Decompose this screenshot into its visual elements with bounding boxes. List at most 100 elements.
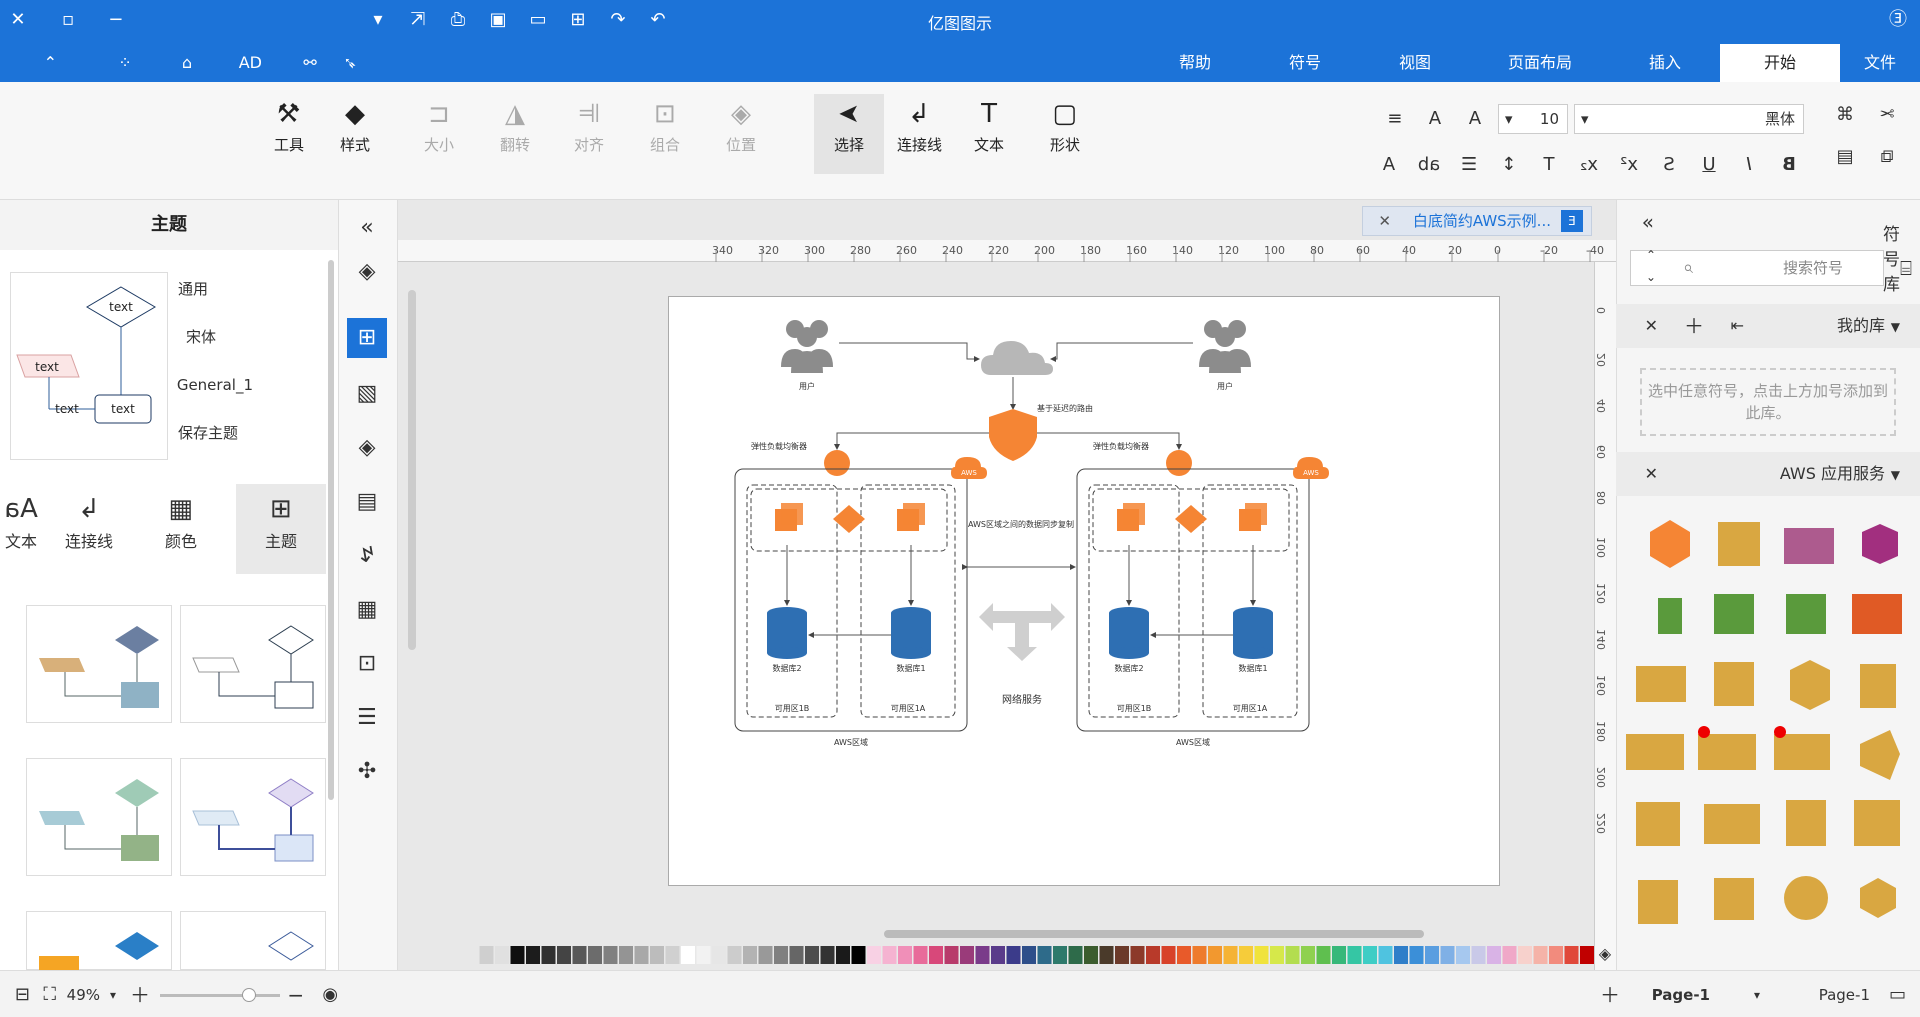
vertical-scrollbar[interactable] xyxy=(408,290,416,650)
add-page-icon[interactable]: ＋ xyxy=(1600,983,1620,1007)
line-spacing-icon[interactable]: ≡ xyxy=(1380,104,1410,134)
search-icon[interactable]: ⌕ xyxy=(1683,251,1693,285)
theme-category-color[interactable]: ▦ 颜色 xyxy=(136,484,226,574)
tab-symbols[interactable]: 符号 xyxy=(1250,44,1360,82)
redo-icon[interactable]: ↷ xyxy=(646,8,670,32)
ribbon-tools-button[interactable]: ⚒ 工具 xyxy=(254,94,324,174)
tab-collapse[interactable]: ⌃ xyxy=(10,44,90,82)
apps-icon[interactable]: ⁘ xyxy=(105,44,145,82)
image-icon[interactable]: ▨ xyxy=(347,374,387,414)
theme-icon[interactable]: ⊞ xyxy=(347,318,387,358)
timeline-icon[interactable]: ☰ xyxy=(347,698,387,738)
close-icon[interactable]: ✕ xyxy=(1645,452,1658,496)
zoom-level[interactable]: 49% xyxy=(67,983,100,1007)
theme-card[interactable] xyxy=(180,758,326,876)
font-shrink-icon[interactable]: A xyxy=(1420,104,1450,134)
shirt-icon[interactable]: ⌂ xyxy=(159,44,215,82)
chart-icon[interactable]: ↯ xyxy=(347,536,387,576)
layers-icon[interactable]: ◈ xyxy=(347,428,387,468)
theme-card[interactable] xyxy=(26,911,172,970)
table-icon[interactable]: ▦ xyxy=(347,590,387,630)
ribbon-shape-button[interactable]: ▢ 形状 xyxy=(1030,94,1100,174)
zoom-in-icon[interactable]: ＋ xyxy=(130,983,150,1007)
theme-category-text[interactable]: Aa 文本 xyxy=(0,484,42,574)
paragraph-spacing-icon[interactable]: ↕ xyxy=(1494,150,1524,180)
underline-icon[interactable]: U xyxy=(1694,150,1724,180)
expand-icon[interactable]: ▼ xyxy=(1891,320,1900,334)
color-palette[interactable] xyxy=(444,944,1594,966)
theme-category-connector[interactable]: ↳ 连接线 xyxy=(44,484,134,574)
bold-icon[interactable]: B xyxy=(1774,150,1804,180)
page-view-icon[interactable]: ▭ xyxy=(1889,983,1906,1007)
close-icon[interactable]: ✕ xyxy=(1378,207,1391,235)
ribbon-position-button[interactable]: ◈ 位置 xyxy=(706,94,776,174)
drawing-page[interactable]: 用户 用户 基于延迟的路由 弹性负载均衡器 弹性负载均衡器 AWS AWS 数据… xyxy=(668,296,1500,886)
horizontal-scrollbar[interactable] xyxy=(884,930,1424,938)
minimize-icon[interactable]: − xyxy=(104,8,128,32)
add-icon[interactable]: ＋ xyxy=(1684,304,1704,348)
undo-icon[interactable]: ↶ xyxy=(606,8,630,32)
tab-file[interactable]: 文件 xyxy=(1840,44,1920,82)
paste-icon[interactable]: ▤ xyxy=(1830,142,1860,172)
library-manage-icon[interactable]: ⌸ xyxy=(1900,256,1912,280)
copy-icon[interactable]: ⧉ xyxy=(1872,142,1902,172)
chevron-down-icon[interactable]: ▾ xyxy=(1754,983,1760,1007)
ribbon-connector-button[interactable]: ↳ 连接线 xyxy=(884,94,954,174)
new-icon[interactable]: ⊞ xyxy=(566,8,590,32)
open-icon[interactable]: ▭ xyxy=(526,8,550,32)
internet-cloud[interactable] xyxy=(981,341,1053,375)
mindmap-icon[interactable]: ✣ xyxy=(347,752,387,792)
text-case-icon[interactable]: ab xyxy=(1414,150,1444,180)
collapse-left-icon[interactable]: » xyxy=(347,208,387,248)
tab-help[interactable]: 帮助 xyxy=(1140,44,1250,82)
fill-icon[interactable]: ◈ xyxy=(347,252,387,292)
page-selector[interactable]: Page-1 xyxy=(1819,983,1870,1007)
aws-symbol-grid[interactable] xyxy=(1616,504,1920,974)
theme-card[interactable] xyxy=(180,911,326,970)
aws-diagram[interactable]: 用户 用户 基于延迟的路由 弹性负载均衡器 弹性负载均衡器 AWS AWS 数据… xyxy=(667,297,1499,887)
fit-page-icon[interactable]: ⛶ xyxy=(43,983,56,1007)
ribbon-flip-button[interactable]: ◭ 翻转 xyxy=(480,94,550,174)
bullets-icon[interactable]: ☰ xyxy=(1454,150,1484,180)
export-icon[interactable]: ⇱ xyxy=(406,8,430,32)
route53-shield[interactable] xyxy=(989,409,1037,461)
theme-card[interactable] xyxy=(26,605,172,723)
tab-insert[interactable]: 插入 xyxy=(1610,44,1720,82)
font-color-icon[interactable]: A xyxy=(1374,150,1404,180)
tab-view[interactable]: 视图 xyxy=(1360,44,1470,82)
zoom-slider[interactable] xyxy=(160,994,280,997)
collapse-panel-icon[interactable]: » xyxy=(1642,210,1654,234)
font-grow-icon[interactable]: A xyxy=(1460,104,1490,134)
ad-button[interactable]: AD xyxy=(220,44,280,82)
theme-card[interactable] xyxy=(180,605,326,723)
ribbon-style-button[interactable]: ◆ 样式 xyxy=(320,94,390,174)
restore-icon[interactable]: ▫ xyxy=(56,8,80,32)
fit-width-icon[interactable]: ⊟ xyxy=(15,983,30,1007)
page-tab[interactable]: Page-1 xyxy=(1652,983,1710,1007)
close-icon[interactable]: ✕ xyxy=(6,8,30,32)
text-style-icon[interactable]: T xyxy=(1534,150,1564,180)
close-icon[interactable]: ✕ xyxy=(1645,304,1658,348)
zoom-out-icon[interactable]: − xyxy=(287,983,304,1007)
cut-icon[interactable]: ✂ xyxy=(1872,100,1902,130)
slides-icon[interactable]: ⊡ xyxy=(347,644,387,684)
save-icon[interactable]: ▣ xyxy=(486,8,510,32)
feedback-icon[interactable]: ➶ xyxy=(330,44,370,82)
theme-panel-scrollbar[interactable] xyxy=(328,260,334,800)
tab-page-layout[interactable]: 页面布局 xyxy=(1470,44,1610,82)
play-icon[interactable]: ◉ xyxy=(322,983,338,1007)
superscript-icon[interactable]: x² xyxy=(1614,150,1644,180)
tab-home[interactable]: 开始 xyxy=(1720,44,1840,82)
user-group-left[interactable] xyxy=(781,320,833,373)
format-painter-icon[interactable]: ⌘ xyxy=(1830,100,1860,130)
strikethrough-icon[interactable]: S xyxy=(1654,150,1684,180)
ribbon-size-button[interactable]: ⊏ 大小 xyxy=(404,94,474,174)
italic-icon[interactable]: I xyxy=(1734,150,1764,180)
expand-icon[interactable]: ▼ xyxy=(1891,468,1900,482)
page-icon[interactable]: ▤ xyxy=(347,482,387,522)
print-icon[interactable]: ⎙ xyxy=(446,8,470,32)
font-size-select[interactable]: 10 ▾ xyxy=(1498,104,1568,134)
scroll-arrows[interactable]: ⌃ ⌄ xyxy=(1646,244,1656,288)
chevron-down-icon[interactable]: ▾ xyxy=(110,983,116,1007)
ribbon-select-button[interactable]: ➤ 选择 xyxy=(814,94,884,174)
